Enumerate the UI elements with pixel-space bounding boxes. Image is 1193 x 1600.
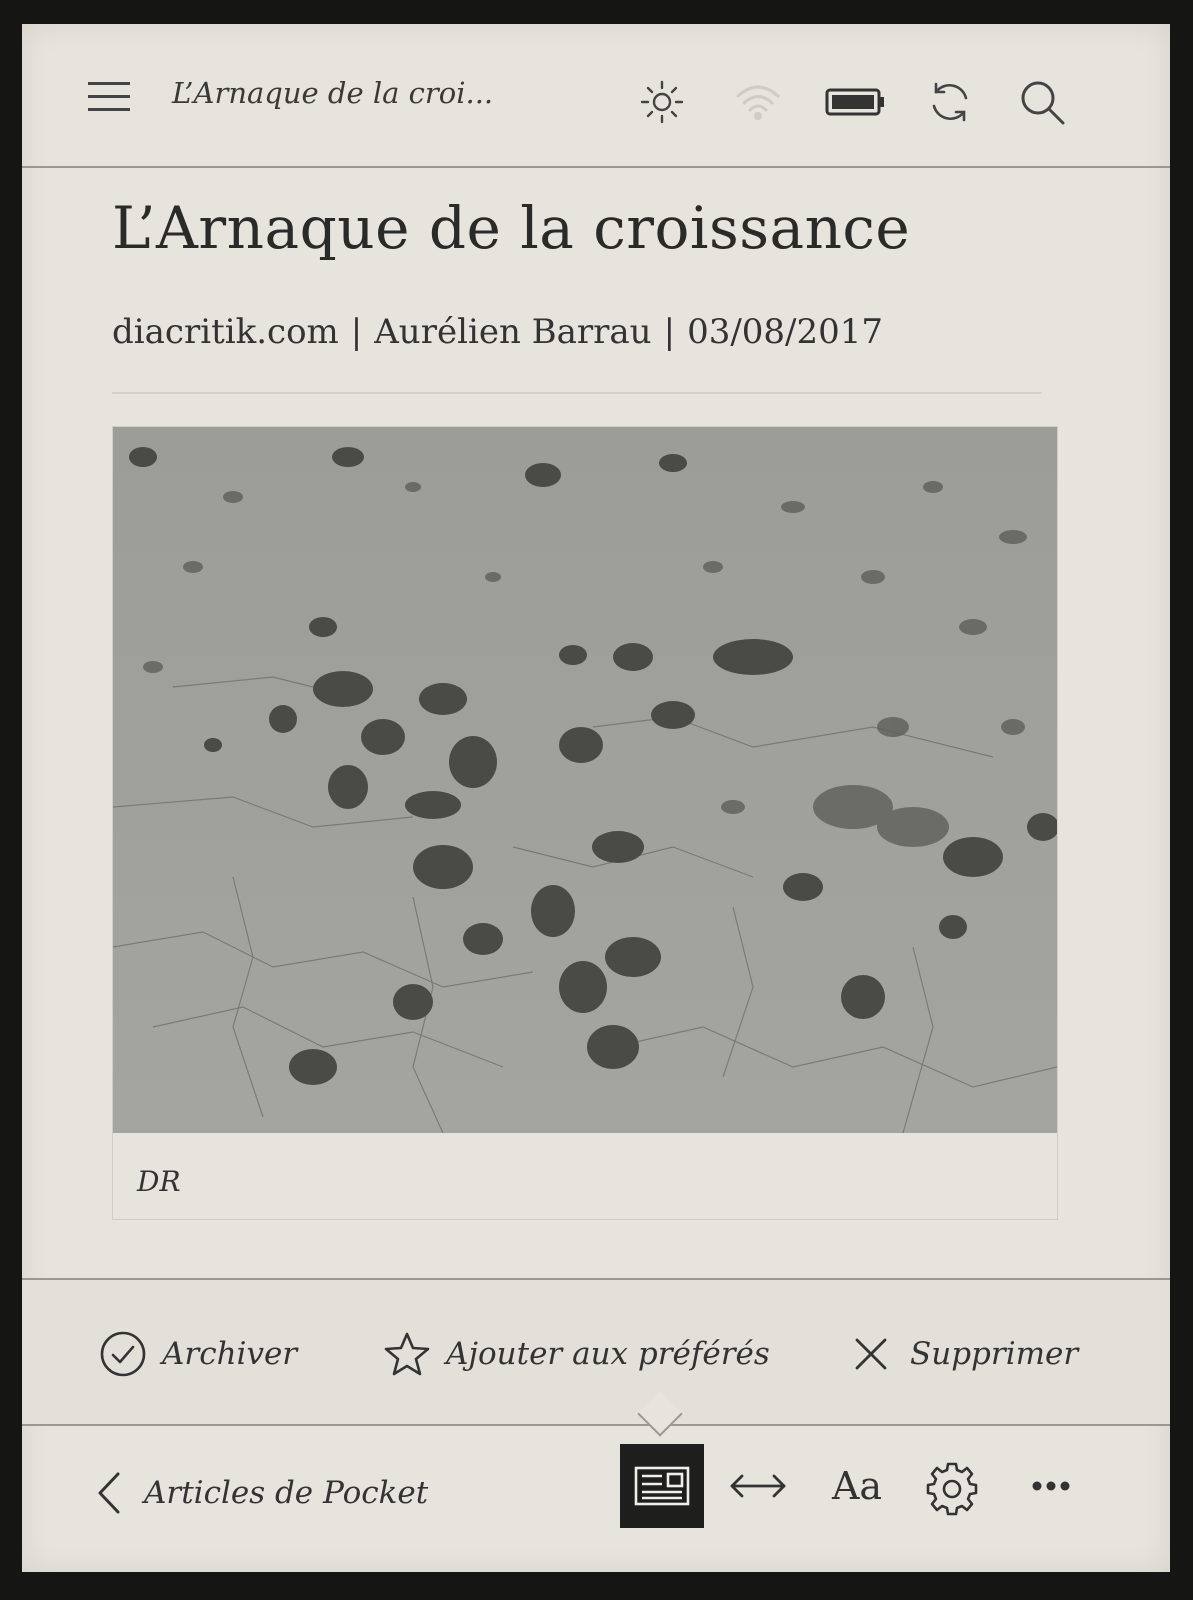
star-icon (384, 1332, 430, 1376)
battery-icon (824, 76, 886, 128)
article-action-bar: Archiver Ajouter aux préférés Supprimer (22, 1278, 1170, 1426)
delete-button[interactable]: Supprimer (846, 1328, 1078, 1380)
font-settings-icon[interactable]: Aa (822, 1444, 892, 1528)
archive-label: Archiver (162, 1336, 298, 1372)
article-meta: diacritik.com | Aurélien Barrau | 03/08/2017 (112, 312, 883, 352)
article-author: Aurélien Barrau (374, 312, 652, 352)
meta-separator: | (663, 312, 676, 352)
add-favorite-button[interactable]: Ajouter aux préférés (382, 1328, 770, 1380)
search-icon[interactable] (1016, 76, 1068, 128)
divider (112, 392, 1042, 394)
bottom-toolbar: Articles de Pocket Aa (22, 1391, 1170, 1572)
wifi-icon[interactable] (732, 76, 784, 128)
chevron-left-icon (98, 1472, 120, 1514)
gear-icon[interactable] (924, 1444, 980, 1528)
archive-button[interactable]: Archiver (98, 1328, 297, 1380)
back-label: Articles de Pocket (144, 1475, 429, 1511)
article-source: diacritik.com (112, 312, 339, 352)
meta-separator: | (350, 312, 363, 352)
close-icon (855, 1338, 887, 1370)
sync-icon[interactable] (924, 76, 976, 128)
more-icon[interactable] (1026, 1444, 1076, 1528)
ereader-screen: L’Arnaque de la croi... L’Arnaque de la … (22, 24, 1170, 1572)
article-title: L’Arnaque de la croissance (112, 194, 911, 262)
brightness-icon[interactable] (636, 76, 688, 128)
back-button[interactable]: Articles de Pocket (94, 1468, 428, 1518)
delete-label: Supprimer (910, 1336, 1079, 1372)
add-favorite-label: Ajouter aux préférés (446, 1336, 770, 1372)
menu-icon[interactable] (88, 82, 130, 112)
article-figure: DR (112, 426, 1058, 1220)
article-view-icon[interactable] (620, 1444, 704, 1528)
font-settings-label: Aa (831, 1464, 883, 1508)
article-image (113, 427, 1057, 1133)
top-bar-title: L’Arnaque de la croi... (172, 76, 494, 110)
top-bar: L’Arnaque de la croi... (22, 24, 1170, 168)
article-date: 03/08/2017 (687, 312, 884, 352)
check-circle-icon (100, 1331, 146, 1377)
image-caption: DR (137, 1165, 181, 1198)
width-toggle-icon[interactable] (726, 1444, 790, 1528)
